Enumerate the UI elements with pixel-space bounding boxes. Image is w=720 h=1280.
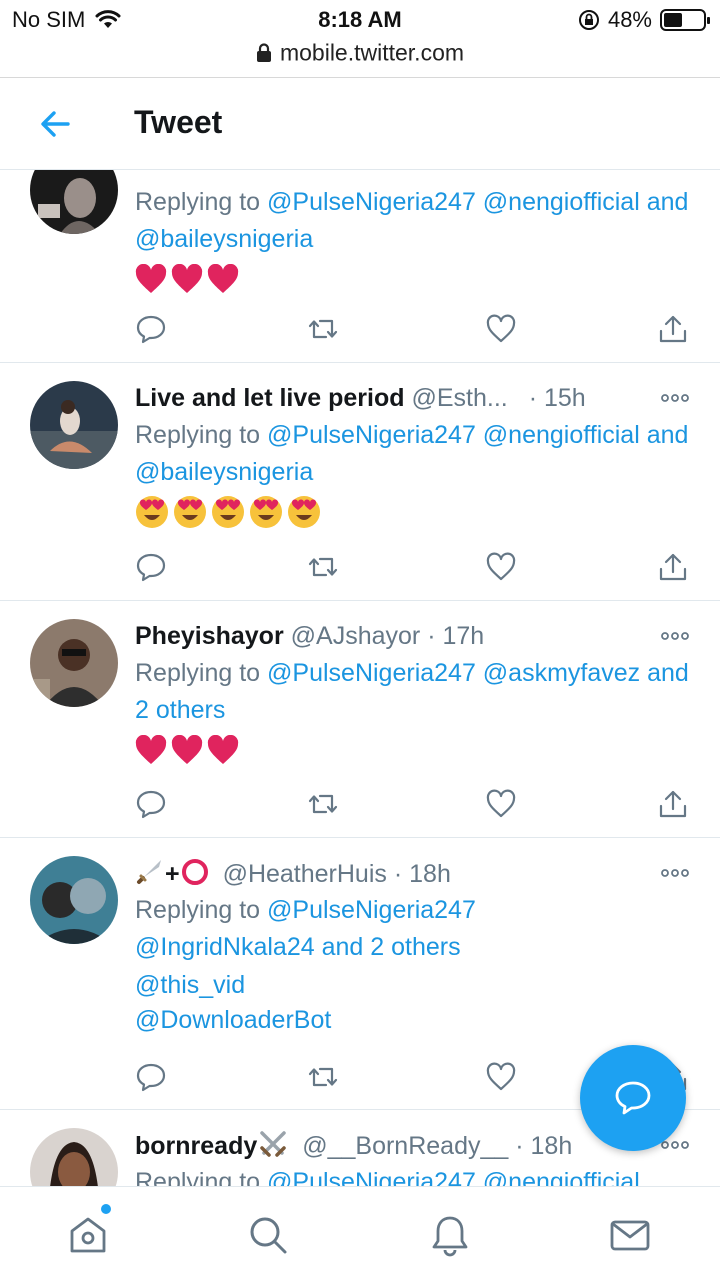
heart-eyes-emoji-icon [212, 496, 244, 528]
tweet[interactable]: Live and let live period @Esth... · 15h … [0, 363, 720, 601]
reply-mention-link[interactable]: @PulseNigeria247 @nengiofficial [267, 1168, 640, 1186]
home-notification-dot [101, 1204, 111, 1214]
dagger-icon [137, 860, 161, 884]
more-options-icon[interactable] [660, 1140, 690, 1150]
tweet-actions [135, 788, 690, 822]
like-icon[interactable] [485, 1061, 517, 1093]
status-right: 48% [578, 7, 710, 33]
back-arrow-icon[interactable] [38, 106, 74, 142]
home-icon[interactable] [66, 1213, 110, 1257]
retweet-icon[interactable] [307, 788, 339, 820]
display-name-symbol[interactable]: + [165, 860, 180, 888]
replying-to: Replying to @PulseNigeria247 @askmyfavez… [135, 659, 689, 724]
more-options-icon[interactable] [660, 393, 690, 403]
retweet-icon[interactable] [307, 313, 339, 345]
browser-url-bar[interactable]: mobile.twitter.com [0, 38, 720, 78]
notifications-bell-icon[interactable] [428, 1213, 472, 1257]
handle[interactable]: @__BornReady__ [302, 1132, 508, 1160]
red-heart-icon [135, 264, 167, 293]
reply-icon[interactable] [135, 313, 167, 345]
avatar[interactable] [30, 856, 118, 944]
avatar[interactable] [30, 170, 118, 234]
tweet-actions [135, 551, 690, 585]
chat-bubble-icon [615, 1081, 651, 1115]
timestamp[interactable]: 18h [531, 1132, 573, 1160]
reply-icon[interactable] [135, 551, 167, 583]
like-icon[interactable] [485, 788, 517, 820]
tweet-content: @this_vid @DownloaderBot [135, 968, 702, 1038]
avatar[interactable] [30, 619, 118, 707]
mention-link[interactable]: @DownloaderBot [135, 1003, 702, 1038]
messages-envelope-icon[interactable] [608, 1213, 652, 1257]
lock-icon [256, 43, 271, 62]
share-icon[interactable] [657, 788, 689, 820]
tweet[interactable]: Pheyishayor @AJshayor · 17h Replying to … [0, 601, 720, 838]
display-name[interactable]: Pheyishayor [135, 622, 284, 650]
reply-mention-link[interactable]: @PulseNigeria247 [267, 896, 476, 924]
reply-mention-link[interactable]: @baileysnigeria [135, 458, 313, 486]
share-icon[interactable] [657, 551, 689, 583]
page-title: Tweet [134, 104, 223, 140]
tweet-actions [135, 313, 690, 347]
retweet-icon[interactable] [307, 1061, 339, 1093]
orientation-lock-icon [578, 10, 599, 30]
reply-mention-link[interactable]: @PulseNigeria247 @askmyfavez [267, 659, 640, 687]
tweet-content [135, 735, 702, 765]
hollow-red-circle-icon [181, 859, 208, 885]
page-header: Tweet [0, 78, 720, 170]
replying-to: Replying to @PulseNigeria247 @nengioffic… [135, 1164, 702, 1186]
handle[interactable]: @HeatherHuis [223, 860, 387, 888]
search-icon[interactable] [246, 1213, 290, 1257]
reply-icon[interactable] [135, 1061, 167, 1093]
handle[interactable]: @AJshayor [291, 622, 421, 650]
like-icon[interactable] [485, 551, 517, 583]
handle[interactable]: @Esth... [411, 384, 507, 412]
heart-eyes-emoji-icon [174, 496, 206, 528]
bottom-navigation [0, 1186, 720, 1280]
reply-mention-link[interactable]: @IngridNkala24 and 2 others [135, 933, 461, 961]
display-name[interactable]: bornready [135, 1132, 257, 1160]
url-text: mobile.twitter.com [279, 39, 465, 66]
replying-to: Replying to @PulseNigeria247 @nengioffic… [135, 421, 689, 486]
heart-eyes-emoji-icon [136, 496, 168, 528]
reply-icon[interactable] [135, 788, 167, 820]
reply-feed[interactable]: Replying to @PulseNigeria247 @nengioffic… [0, 170, 720, 1186]
replying-to: Replying to @PulseNigeria247 @nengioffic… [135, 188, 689, 253]
battery-icon [660, 9, 710, 31]
heart-eyes-emoji-icon [288, 496, 320, 528]
red-heart-icon [207, 735, 239, 764]
tweet-meta: + @HeatherHuis · 18h [135, 856, 702, 890]
crossed-swords-icon [260, 1131, 287, 1157]
share-icon[interactable] [657, 313, 689, 345]
timestamp[interactable]: 15h [544, 384, 586, 412]
tweet-content [135, 495, 702, 529]
status-bar: No SIM 8:18 AM 48% [0, 0, 720, 40]
tweet-content [135, 264, 702, 294]
tweet[interactable]: Replying to @PulseNigeria247 @nengioffic… [0, 170, 720, 363]
heart-eyes-emoji-icon [250, 496, 282, 528]
reply-mention-link[interactable]: @PulseNigeria247 @nengiofficial [267, 421, 640, 449]
timestamp[interactable]: 18h [409, 860, 451, 888]
tweet-meta: Live and let live period @Esth... · 15h [135, 384, 586, 412]
retweet-icon[interactable] [307, 551, 339, 583]
reply-mention-link[interactable]: @baileysnigeria [135, 225, 313, 253]
reply-mention-link[interactable]: @PulseNigeria247 @nengiofficial [267, 188, 640, 216]
battery-percent: 48% [607, 7, 652, 32]
more-options-icon[interactable] [660, 631, 690, 641]
red-heart-icon [171, 735, 203, 764]
tweet-meta: Pheyishayor @AJshayor · 17h [135, 622, 485, 650]
timestamp[interactable]: 17h [442, 622, 484, 650]
more-options-icon[interactable] [660, 868, 690, 878]
red-heart-icon [135, 735, 167, 764]
compose-reply-button[interactable] [580, 1045, 686, 1151]
red-heart-icon [207, 264, 239, 293]
display-name[interactable]: Live and let live period [135, 384, 405, 412]
replying-to: Replying to @PulseNigeria247 @IngridNkal… [135, 896, 476, 961]
red-heart-icon [171, 264, 203, 293]
mention-link[interactable]: @this_vid [135, 968, 702, 1003]
avatar[interactable] [30, 1128, 118, 1186]
avatar[interactable] [30, 381, 118, 469]
like-icon[interactable] [485, 313, 517, 345]
